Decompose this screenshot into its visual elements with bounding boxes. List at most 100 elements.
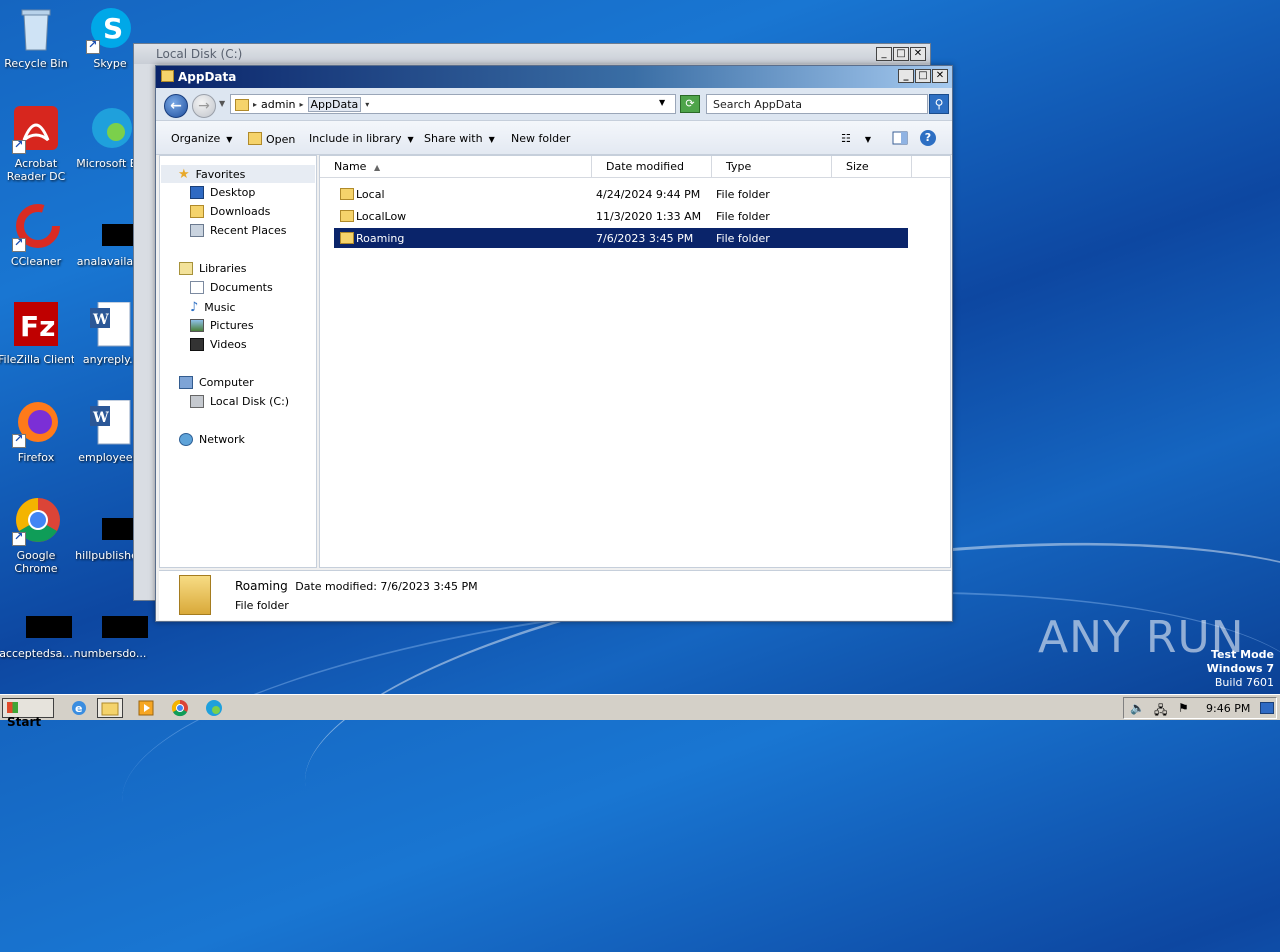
desktop-icon-label: Google Chrome	[14, 549, 58, 575]
file-row-selected[interactable]: Roaming 7/6/2023 3:45 PM File folder	[334, 228, 908, 248]
desktop-icon-label: FileZilla Client	[0, 353, 74, 366]
folder-icon	[101, 702, 119, 716]
share-with-label: Share with	[424, 132, 483, 145]
desktop-icon-label: Recycle Bin	[4, 57, 68, 70]
nav-music[interactable]: ♪ Music	[190, 300, 236, 315]
desktop-icon-label: Acrobat Reader DC	[6, 157, 66, 183]
computer-icon	[179, 376, 193, 389]
music-icon: ♪	[190, 300, 199, 315]
maximize-button[interactable]: □	[893, 47, 909, 61]
taskbar-chrome[interactable]	[167, 698, 193, 718]
column-header-size[interactable]: Size	[832, 156, 912, 178]
desktop-icon-acrobat[interactable]: Acrobat Reader DC	[0, 106, 74, 183]
nav-label: Pictures	[210, 319, 254, 332]
desktop-icon-numbersdo[interactable]: numbersdo...	[72, 596, 148, 660]
appdata-explorer-window[interactable]: AppData _ □ ✕ ← → ▼ ▸ admin ▸ AppData ▾ …	[155, 65, 953, 622]
recent-places-icon	[190, 224, 204, 237]
minimize-button[interactable]: _	[898, 69, 914, 83]
windows-flag-icon	[7, 702, 18, 713]
desktop-icon-recycle-bin[interactable]: Recycle Bin	[0, 6, 74, 70]
chevron-down-icon[interactable]: ▾	[365, 100, 369, 109]
start-button[interactable]: Start	[2, 698, 54, 729]
minimize-button[interactable]: _	[876, 47, 892, 61]
column-header-type[interactable]: Type	[712, 156, 832, 178]
help-icon[interactable]: ?	[920, 130, 936, 146]
change-view-button[interactable]: ☷ ▼	[841, 132, 871, 145]
desktop-icon-ccleaner[interactable]: CCleaner	[0, 204, 74, 268]
hard-drive-icon	[190, 395, 204, 408]
search-input[interactable]: Search AppData	[706, 94, 928, 114]
file-name: Roaming	[356, 232, 405, 245]
acrobat-icon	[12, 106, 60, 154]
forward-button[interactable]: →	[192, 94, 216, 118]
taskbar-explorer[interactable]	[97, 698, 123, 718]
close-button[interactable]: ✕	[932, 69, 948, 83]
desktop-icon-chrome[interactable]: Google Chrome	[0, 498, 74, 575]
breadcrumb-admin[interactable]: admin	[261, 98, 295, 111]
background-window-titlebar[interactable]: Local Disk (C:) _ □ ✕	[134, 44, 930, 64]
nav-label: Documents	[210, 281, 273, 294]
nav-pictures[interactable]: Pictures	[190, 319, 254, 332]
action-center-flag-icon[interactable]: ⚑	[1178, 701, 1189, 715]
network-icon	[179, 433, 193, 446]
recycle-bin-icon	[12, 6, 60, 54]
breadcrumb-appdata[interactable]: AppData	[307, 96, 362, 112]
desktop-icon-firefox[interactable]: Firefox	[0, 400, 74, 464]
back-button[interactable]: ←	[164, 94, 188, 118]
nav-computer[interactable]: Computer	[179, 376, 254, 389]
nav-desktop[interactable]: Desktop	[190, 186, 255, 199]
network-tray-icon[interactable]: 🖧	[1154, 701, 1167, 722]
address-bar[interactable]: ▸ admin ▸ AppData ▾	[230, 94, 676, 114]
show-desktop-icon[interactable]	[1260, 702, 1274, 714]
videos-icon	[190, 338, 204, 351]
nav-downloads[interactable]: Downloads	[190, 205, 270, 218]
nav-label: Downloads	[210, 205, 271, 218]
clock[interactable]: 9:46 PM	[1206, 702, 1250, 715]
include-in-library-button[interactable]: Include in library ▼	[309, 132, 414, 145]
desktop-icon-acceptedsa[interactable]: acceptedsa...	[0, 596, 74, 660]
column-header-date-modified[interactable]: Date modified	[592, 156, 712, 178]
new-folder-label: New folder	[511, 132, 571, 145]
open-button[interactable]: Open	[248, 132, 295, 146]
watermark-line: Test Mode	[1211, 648, 1274, 661]
chevron-down-icon: ▼	[488, 135, 495, 144]
chrome-icon	[171, 699, 188, 717]
recent-pages-dropdown-icon[interactable]: ▼	[219, 99, 225, 108]
taskbar-ie[interactable]: e	[66, 698, 92, 718]
nav-libraries[interactable]: Libraries	[179, 262, 247, 275]
search-icon[interactable]: ⚲	[929, 94, 949, 114]
new-folder-button[interactable]: New folder	[511, 132, 570, 145]
taskbar-edge[interactable]	[201, 698, 227, 718]
chevron-right-icon[interactable]: ▸	[299, 100, 303, 109]
column-header-name[interactable]: Name ▲	[320, 156, 592, 178]
svg-text:Fz: Fz	[20, 310, 55, 343]
desktop-icon-filezilla[interactable]: Fz FileZilla Client	[0, 302, 74, 366]
nav-documents[interactable]: Documents	[190, 281, 273, 294]
nav-local-disk[interactable]: Local Disk (C:)	[190, 395, 289, 408]
shortcut-arrow-icon	[12, 432, 26, 448]
share-with-button[interactable]: Share with ▼	[424, 132, 495, 145]
nav-network[interactable]: Network	[179, 433, 245, 446]
preview-pane-button[interactable]	[892, 130, 908, 149]
nav-videos[interactable]: Videos	[190, 338, 247, 351]
address-dropdown-icon[interactable]: ▼	[659, 98, 665, 107]
maximize-button[interactable]: □	[915, 69, 931, 83]
file-row[interactable]: Local 4/24/2024 9:44 PM File folder	[334, 184, 908, 204]
folder-icon	[340, 232, 354, 244]
refresh-button[interactable]: ⟳	[680, 95, 700, 113]
window-titlebar[interactable]: AppData _ □ ✕	[156, 66, 952, 88]
column-label: Name	[334, 160, 367, 173]
chrome-icon	[12, 498, 60, 546]
file-list-pane: Name ▲ Date modified Type Size Local 4/2…	[319, 155, 951, 568]
file-date: 4/24/2024 9:44 PM	[596, 188, 701, 201]
shortcut-arrow-icon	[86, 38, 100, 54]
taskbar-media-player[interactable]	[133, 698, 159, 718]
file-row[interactable]: LocalLow 11/3/2020 1:33 AM File folder	[334, 206, 908, 226]
chevron-right-icon[interactable]: ▸	[253, 100, 257, 109]
nav-favorites[interactable]: ★ Favorites	[161, 165, 315, 183]
internet-explorer-icon: e	[72, 701, 86, 715]
close-button[interactable]: ✕	[910, 47, 926, 61]
organize-button[interactable]: Organize ▼	[171, 132, 232, 145]
nav-recent-places[interactable]: Recent Places	[190, 224, 287, 237]
volume-icon[interactable]: 🔈	[1130, 701, 1145, 715]
